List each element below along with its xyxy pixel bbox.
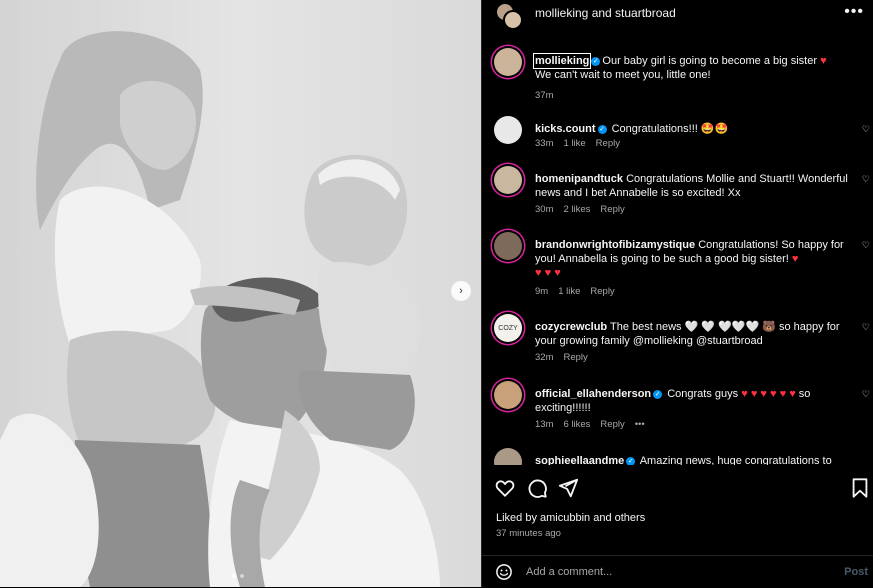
post-header: mollieking and stuartbroad ••• (482, 0, 873, 30)
add-comment-input[interactable]: Add a comment... (526, 566, 612, 578)
comment: COZY cozycrewclub The best news 🤍 🤍 🤍🤍🤍 … (482, 314, 873, 370)
avatar-stuartbroad (503, 10, 523, 30)
post-actions (482, 477, 873, 501)
timestamp[interactable]: 37m (535, 90, 553, 101)
like-count[interactable]: 1 like (558, 286, 580, 297)
caption-text-line2: We can't wait to meet you, little one! (535, 69, 711, 81)
comment-meta: 33m 1 like Reply (535, 138, 620, 149)
carousel-dot-active (232, 574, 236, 578)
reply-button[interactable]: Reply (600, 204, 624, 215)
like-heart-icon[interactable]: ♡ (862, 174, 870, 185)
comment-body: sophieellaandme ✓ Amazing news, huge cong… (535, 454, 850, 465)
reply-button[interactable]: Reply (590, 286, 614, 297)
caption-text: Our baby girl is going to become a big s… (602, 55, 818, 67)
comment-meta: 9m 1 like Reply (535, 286, 615, 297)
comment: sophieellaandme ✓ Amazing news, huge cong… (482, 448, 873, 465)
comment-body: cozycrewclub The best news 🤍 🤍 🤍🤍🤍 🐻 so … (535, 320, 850, 348)
share-icon[interactable] (557, 477, 579, 499)
photo-illustration (0, 0, 481, 587)
heart-emoji-icon: ♥ (791, 253, 799, 265)
avatar[interactable] (494, 166, 522, 194)
caption-body: mollieking ✓ Our baby girl is going to bec… (532, 53, 850, 82)
heart-emoji-icon: ♥ (741, 388, 748, 400)
liked-by-text[interactable]: Liked by amicubbin and others (496, 512, 645, 524)
heart-emoji-icon: ♥ (789, 388, 796, 400)
like-heart-icon[interactable]: ♡ (862, 389, 870, 400)
caption-meta: 37m (535, 90, 553, 101)
collab-avatars[interactable] (495, 2, 523, 30)
heart-emoji-icon: ♥ (779, 388, 787, 400)
comment: official_ellahenderson ✓ Congrats guys ♥ … (482, 381, 873, 437)
like-heart-icon[interactable]: ♡ (862, 322, 870, 333)
carousel-dot (240, 574, 244, 578)
comment-meta: 32m Reply (535, 352, 588, 363)
comment-username[interactable]: kicks.count (535, 123, 596, 135)
heart-emoji-icon: ♥ (770, 388, 777, 400)
verified-icon: ✓ (653, 389, 663, 399)
avatar[interactable] (494, 48, 522, 76)
comment-text: Amazing news, huge congratulations to (639, 455, 832, 465)
comment-body: brandonwrightofibizamystique Congratulat… (535, 238, 850, 280)
reply-button[interactable]: Reply (563, 352, 587, 363)
like-count[interactable]: 1 like (563, 138, 585, 149)
emoji-icon[interactable] (495, 563, 513, 581)
avatar[interactable] (494, 116, 522, 144)
comment: kicks.count ✓ Congratulations!!! 🤩🤩 33m 1… (482, 116, 873, 156)
more-options-icon[interactable]: ••• (844, 3, 864, 21)
avatar[interactable] (494, 232, 522, 260)
comment-username[interactable]: sophieellaandme (535, 455, 624, 465)
avatar[interactable] (494, 381, 522, 409)
like-count[interactable]: 6 likes (563, 419, 590, 430)
carousel-dots (232, 574, 244, 578)
caption: mollieking ✓ Our baby girl is going to bec… (482, 48, 873, 108)
post-detail-panel: mollieking and stuartbroad ••• molliekin… (481, 0, 873, 587)
avatar[interactable] (494, 448, 522, 465)
post-photo: › (0, 0, 481, 587)
comment-username[interactable]: homenipandtuck (535, 173, 623, 185)
like-heart-icon[interactable] (494, 477, 516, 499)
reply-button[interactable]: Reply (596, 138, 620, 149)
comment-body: homenipandtuck Congratulations Mollie an… (535, 172, 850, 200)
heart-emoji-icon: ♥ (760, 388, 767, 400)
comment-meta: 13m 6 likes Reply ••• (535, 419, 645, 430)
comment-username[interactable]: cozycrewclub (535, 321, 607, 333)
save-bookmark-icon[interactable] (849, 477, 871, 499)
like-heart-icon[interactable]: ♡ (862, 124, 870, 135)
comment-text: Congratulations!!! 🤩🤩 (611, 123, 729, 135)
reply-button[interactable]: Reply (600, 419, 624, 430)
timestamp[interactable]: 9m (535, 286, 548, 297)
post-timestamp[interactable]: 37 minutes ago (496, 528, 561, 539)
verified-icon: ✓ (597, 124, 607, 134)
timestamp[interactable]: 33m (535, 138, 553, 149)
next-photo-button[interactable]: › (451, 281, 471, 301)
heart-emoji-icon: ♥ (750, 388, 758, 400)
heart-emoji-icon: ♥ (554, 267, 561, 279)
heart-emoji-icon: ♥ (820, 55, 827, 67)
comment: brandonwrightofibizamystique Congratulat… (482, 232, 873, 302)
verified-icon: ✓ (626, 456, 636, 465)
comment-icon[interactable] (526, 477, 548, 499)
comment-text: Congrats guys (667, 388, 739, 400)
post-comment-button[interactable]: Post (844, 566, 868, 578)
comment-more-icon[interactable]: ••• (635, 419, 645, 430)
timestamp[interactable]: 13m (535, 419, 553, 430)
post-author-names[interactable]: mollieking and stuartbroad (535, 6, 676, 20)
caption-username[interactable]: mollieking (532, 53, 592, 69)
like-heart-icon[interactable]: ♡ (862, 240, 870, 251)
comment-body: official_ellahenderson ✓ Congrats guys ♥ … (535, 387, 850, 415)
heart-emoji-icon: ♥ (544, 267, 552, 279)
comment-body: kicks.count ✓ Congratulations!!! 🤩🤩 (535, 122, 850, 136)
comment-username[interactable]: official_ellahenderson (535, 388, 651, 400)
comment-meta: 30m 2 likes Reply (535, 204, 625, 215)
avatar[interactable]: COZY (494, 314, 522, 342)
comments-list[interactable]: mollieking ✓ Our baby girl is going to bec… (482, 44, 873, 465)
timestamp[interactable]: 30m (535, 204, 553, 215)
timestamp[interactable]: 32m (535, 352, 553, 363)
comment: homenipandtuck Congratulations Mollie an… (482, 166, 873, 222)
add-comment-bar: Add a comment... Post (482, 555, 873, 588)
like-count[interactable]: 2 likes (563, 204, 590, 215)
comment-username[interactable]: brandonwrightofibizamystique (535, 239, 695, 251)
heart-emoji-icon: ♥ (535, 267, 542, 279)
verified-icon: ✓ (591, 56, 601, 66)
